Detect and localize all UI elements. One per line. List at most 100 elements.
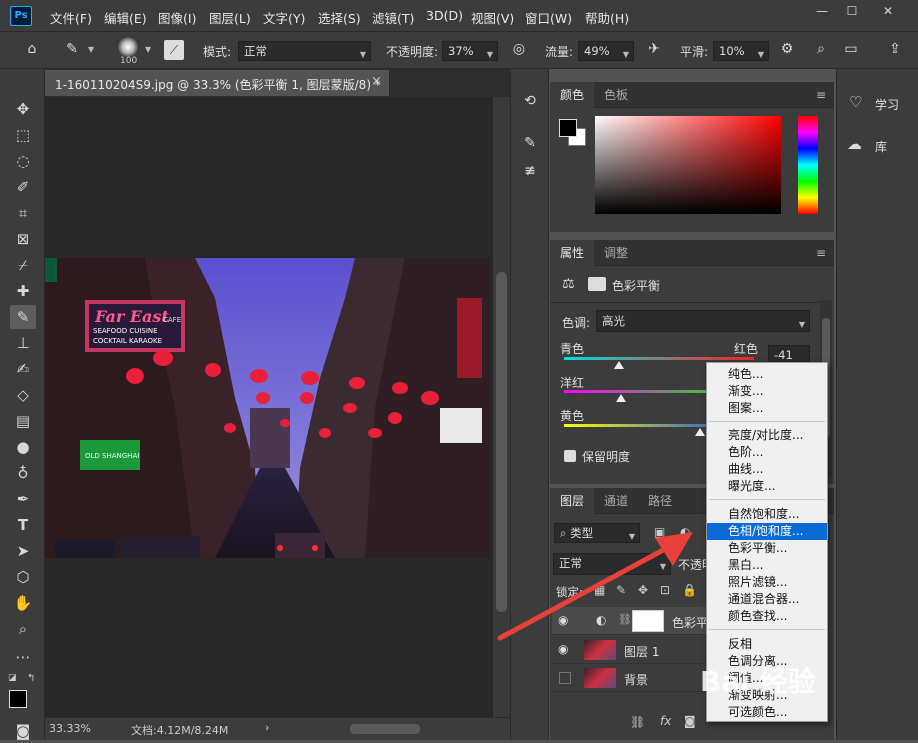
- share-icon[interactable]: ⇪: [886, 41, 904, 57]
- menu-3d[interactable]: 3D(D): [426, 8, 463, 23]
- menu-file[interactable]: 文件(F): [50, 8, 92, 27]
- menu-item-selective-color[interactable]: 可选颜色...: [707, 704, 827, 721]
- gear-icon[interactable]: ⚙: [778, 41, 796, 57]
- cloud-library-icon[interactable]: ☁: [847, 135, 862, 153]
- brush-settings-icon[interactable]: ✎: [520, 135, 540, 151]
- hue-slider[interactable]: [798, 116, 818, 214]
- menu-item-curves[interactable]: 曲线...: [707, 461, 827, 478]
- menu-item-brightness-contrast[interactable]: 亮度/对比度...: [707, 427, 827, 444]
- dodge-tool-icon[interactable]: ♁: [10, 461, 36, 485]
- tab-paths[interactable]: 路径: [638, 488, 682, 514]
- mode-select[interactable]: 正常 ▼: [238, 41, 371, 61]
- brush-preset-icon[interactable]: ✎: [62, 41, 82, 57]
- smoothing-field[interactable]: 10% ▼: [713, 41, 769, 61]
- opacity-field[interactable]: 37% ▼: [442, 41, 498, 61]
- menu-image[interactable]: 图像(I): [158, 8, 196, 27]
- healing-brush-tool-icon[interactable]: ✚: [10, 279, 36, 303]
- menu-item-levels[interactable]: 色阶...: [707, 444, 827, 461]
- learn-label[interactable]: 学习: [875, 96, 899, 113]
- history-panel-icon[interactable]: ⟲: [520, 93, 540, 109]
- tab-color[interactable]: 颜色: [550, 82, 595, 108]
- shape-tool-icon[interactable]: ⬡: [10, 565, 36, 589]
- more-tools-icon[interactable]: ⋯: [10, 645, 36, 669]
- foreground-color-swatch[interactable]: [559, 119, 577, 137]
- crop-tool-icon[interactable]: ⌗: [10, 201, 36, 225]
- menu-item-hue-saturation[interactable]: 色相/饱和度...: [707, 523, 827, 540]
- blur-tool-icon[interactable]: ●: [10, 435, 36, 459]
- close-window-button[interactable]: ✕: [878, 4, 898, 20]
- gradient-tool-icon[interactable]: ▤: [10, 409, 36, 433]
- slider-thumb[interactable]: [695, 428, 705, 436]
- menu-view[interactable]: 视图(V): [471, 8, 514, 27]
- brush-panel-icon[interactable]: ⟋: [164, 40, 184, 60]
- eyedropper-tool-icon[interactable]: ⌿: [10, 253, 36, 277]
- panel-menu-icon[interactable]: ≡: [816, 88, 826, 102]
- preserve-luminosity-checkbox[interactable]: [564, 450, 576, 462]
- link-layers-icon[interactable]: ⛓: [630, 715, 645, 729]
- menu-item-vibrance[interactable]: 自然饱和度...: [707, 506, 827, 523]
- workspace-icon[interactable]: ▭: [842, 41, 860, 57]
- menu-type[interactable]: 文字(Y): [263, 8, 305, 27]
- visibility-checkbox[interactable]: [559, 672, 571, 684]
- menu-item-invert[interactable]: 反相: [707, 636, 827, 653]
- type-tool-icon[interactable]: T: [10, 513, 36, 537]
- menu-help[interactable]: 帮助(H): [585, 8, 629, 27]
- menu-item-color-balance[interactable]: 色彩平衡...: [707, 540, 827, 557]
- slider-thumb[interactable]: [614, 361, 624, 369]
- library-label[interactable]: 库: [875, 138, 887, 155]
- tab-adjustments[interactable]: 调整: [594, 240, 638, 266]
- brush-size-preview[interactable]: [118, 37, 138, 57]
- menu-layer[interactable]: 图层(L): [209, 8, 251, 27]
- menu-item-gradient[interactable]: 渐变...: [707, 383, 827, 400]
- zoom-level[interactable]: 33.33%: [49, 722, 91, 735]
- menu-item-color-lookup[interactable]: 颜色查找...: [707, 608, 827, 625]
- eraser-tool-icon[interactable]: ◇: [10, 383, 36, 407]
- document-tab[interactable]: 1-160110204S9.jpg @ 33.3% (色彩平衡 1, 图层蒙版/…: [45, 70, 390, 96]
- path-select-tool-icon[interactable]: ➤: [10, 539, 36, 563]
- fx-button[interactable]: fx: [660, 714, 671, 728]
- menu-select[interactable]: 选择(S): [318, 8, 361, 27]
- tab-swatches[interactable]: 色板: [594, 82, 638, 108]
- tab-channels[interactable]: 通道: [594, 488, 638, 514]
- menu-item-black-white[interactable]: 黑白...: [707, 557, 827, 574]
- layer-name[interactable]: 背景: [624, 671, 648, 688]
- swap-colors-icon[interactable]: ↰: [27, 673, 35, 684]
- close-tab-icon[interactable]: ×: [371, 74, 382, 89]
- quick-select-tool-icon[interactable]: ✐: [10, 175, 36, 199]
- color-field[interactable]: [595, 116, 781, 214]
- menu-item-exposure[interactable]: 曝光度...: [707, 478, 827, 495]
- lightbulb-icon[interactable]: ♡: [849, 93, 862, 111]
- zoom-tool-icon[interactable]: ⌕: [10, 617, 36, 641]
- history-brush-tool-icon[interactable]: ✍: [10, 357, 36, 381]
- slider-thumb[interactable]: [616, 394, 626, 402]
- menu-window[interactable]: 窗口(W): [525, 8, 572, 27]
- layer-row[interactable]: 背景: [552, 664, 712, 692]
- move-tool-icon[interactable]: ✥: [10, 97, 36, 121]
- flow-field[interactable]: 49% ▼: [578, 41, 634, 61]
- airbrush-icon[interactable]: ✈: [645, 41, 663, 57]
- menu-item-pattern[interactable]: 图案...: [707, 400, 827, 417]
- pen-tool-icon[interactable]: ✒: [10, 487, 36, 511]
- adjustments-sliders-icon[interactable]: ≢: [520, 163, 540, 179]
- brush-tool-icon[interactable]: ✎: [10, 305, 36, 329]
- layer-name[interactable]: 图层 1: [624, 643, 659, 660]
- tone-select[interactable]: 高光 ▼: [596, 310, 810, 332]
- menu-edit[interactable]: 编辑(E): [104, 8, 147, 27]
- hand-tool-icon[interactable]: ✋: [10, 591, 36, 615]
- panel-menu-icon[interactable]: ≡: [816, 246, 826, 260]
- minimize-button[interactable]: —: [812, 4, 832, 20]
- chevron-down-icon[interactable]: ▼: [145, 45, 151, 54]
- menu-item-channel-mixer[interactable]: 通道混合器...: [707, 591, 827, 608]
- restore-button[interactable]: ☐: [842, 4, 862, 20]
- menu-item-photo-filter[interactable]: 照片滤镜...: [707, 574, 827, 591]
- marquee-tool-icon[interactable]: ⬚: [10, 123, 36, 147]
- quick-mask-icon[interactable]: ◙: [10, 719, 36, 743]
- default-colors-icon[interactable]: ◪: [8, 673, 17, 683]
- chevron-down-icon[interactable]: ▼: [88, 45, 94, 54]
- document-image[interactable]: Far East CAFE SEAFOOD CUISINE COCKTAIL K…: [45, 258, 490, 558]
- status-menu-arrow[interactable]: ›: [265, 721, 269, 734]
- lasso-tool-icon[interactable]: ◌: [10, 149, 36, 173]
- menu-item-solid-color[interactable]: 纯色...: [707, 366, 827, 383]
- menu-filter[interactable]: 滤镜(T): [372, 8, 414, 27]
- tab-layers[interactable]: 图层: [550, 488, 595, 514]
